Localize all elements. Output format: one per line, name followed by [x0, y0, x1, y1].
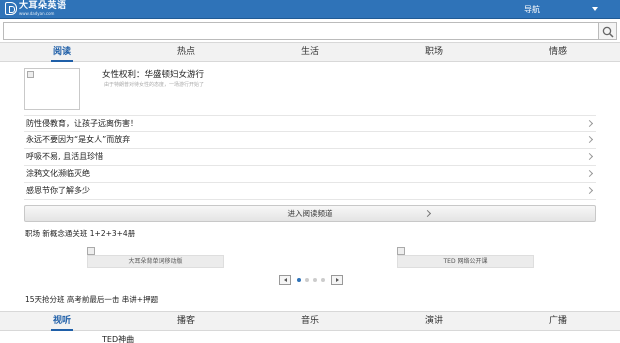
tab-workplace[interactable]: 职场: [372, 43, 496, 61]
list-item-label: 防性侵教育，让孩子远离伤害！: [26, 119, 138, 128]
caret-down-icon[interactable]: [592, 7, 598, 11]
featured-subtitle: 由于特朗普对待女性的态度，一场游行开始了: [104, 82, 205, 88]
list-item[interactable]: 涂鸦文化濒临灭绝: [24, 166, 596, 183]
top-header-bar: 大耳朵英语 www.dadyan.com 导航: [0, 0, 620, 19]
tab-podcast[interactable]: 播客: [124, 312, 248, 330]
logo-url: www.dadyan.com: [19, 11, 55, 16]
carousel-pager: [279, 275, 343, 285]
chevron-right-icon: [585, 135, 594, 144]
chevron-right-icon: [585, 152, 594, 161]
enter-reading-channel-button[interactable]: 进入阅读频道: [24, 205, 596, 222]
list-item[interactable]: 感恩节你了解多少: [24, 183, 596, 200]
broken-image-icon[interactable]: [87, 247, 95, 255]
logo-text: 大耳朵英语 www.dadyan.com: [19, 2, 67, 16]
list-item[interactable]: 防性侵教育，让孩子远离伤害！: [24, 115, 596, 132]
carousel-caption-2[interactable]: TED 网络公开课: [397, 255, 534, 268]
carousel-dot[interactable]: [313, 278, 317, 282]
chevron-right-icon: [585, 169, 594, 178]
logo-title: 大耳朵英语: [19, 1, 67, 11]
search-button[interactable]: [599, 22, 617, 40]
logo-ear-icon: [5, 2, 17, 15]
category-tabs: 阅读 热点 生活 职场 情感: [0, 42, 620, 62]
list-item[interactable]: 呼吸不易, 且活且珍惜: [24, 149, 596, 166]
site-logo[interactable]: 大耳朵英语 www.dadyan.com: [5, 2, 67, 17]
carousel-prev-button[interactable]: [279, 275, 291, 285]
carousel-caption-1[interactable]: 大耳朵背单词移动版: [87, 255, 224, 268]
bottom-item-title[interactable]: TED神曲: [102, 334, 134, 343]
list-item[interactable]: 永远不要因为“是女人”而放弃: [24, 132, 596, 149]
carousel-dot[interactable]: [297, 278, 301, 282]
tab-life[interactable]: 生活: [248, 43, 372, 61]
list-item-label: 永远不要因为“是女人”而放弃: [26, 135, 131, 144]
list-item-label: 涂鸦文化濒临灭绝: [26, 169, 90, 178]
chevron-right-icon: [423, 209, 432, 218]
tab-emotion[interactable]: 情感: [496, 43, 620, 61]
tab-reading[interactable]: 阅读: [0, 43, 124, 62]
carousel-dot[interactable]: [321, 278, 325, 282]
carousel-next-button[interactable]: [331, 275, 343, 285]
carousel-dot[interactable]: [305, 278, 309, 282]
list-item-label: 感恩节你了解多少: [26, 186, 90, 195]
list-item-label: 呼吸不易, 且活且珍惜: [26, 152, 104, 161]
tab-audio-video[interactable]: 视听: [0, 312, 124, 331]
tab-speech[interactable]: 演讲: [372, 312, 496, 330]
featured-thumbnail[interactable]: [24, 68, 80, 110]
broken-image-icon[interactable]: [397, 247, 405, 255]
chevron-right-icon: [585, 119, 594, 128]
enter-button-label: 进入阅读频道: [287, 209, 333, 218]
featured-article[interactable]: 女性权利：华盛顿妇女游行 由于特朗普对待女性的态度，一场游行开始了: [24, 67, 596, 113]
tab-music[interactable]: 音乐: [248, 312, 372, 330]
promo-link-1[interactable]: 职场 新概念通关班 1+2+3+4册: [25, 228, 135, 239]
search-input[interactable]: [3, 22, 599, 40]
promo-link-2[interactable]: 15天抢分班 高考前最后一击 串讲+押题: [25, 294, 158, 305]
tab-hot[interactable]: 热点: [124, 43, 248, 61]
nav-menu-button[interactable]: 导航: [524, 4, 540, 15]
tab-radio[interactable]: 广播: [496, 312, 620, 330]
featured-title[interactable]: 女性权利：华盛顿妇女游行: [102, 68, 204, 80]
media-tabs: 视听 播客 音乐 演讲 广播: [0, 311, 620, 331]
search-bar: [0, 20, 620, 42]
article-list: 防性侵教育，让孩子远离伤害！ 永远不要因为“是女人”而放弃 呼吸不易, 且活且珍…: [24, 115, 596, 200]
triangle-right-icon: [336, 278, 339, 282]
triangle-left-icon: [284, 278, 287, 282]
broken-image-icon: [27, 71, 34, 78]
chevron-right-icon: [585, 186, 594, 195]
search-icon: [602, 26, 614, 38]
